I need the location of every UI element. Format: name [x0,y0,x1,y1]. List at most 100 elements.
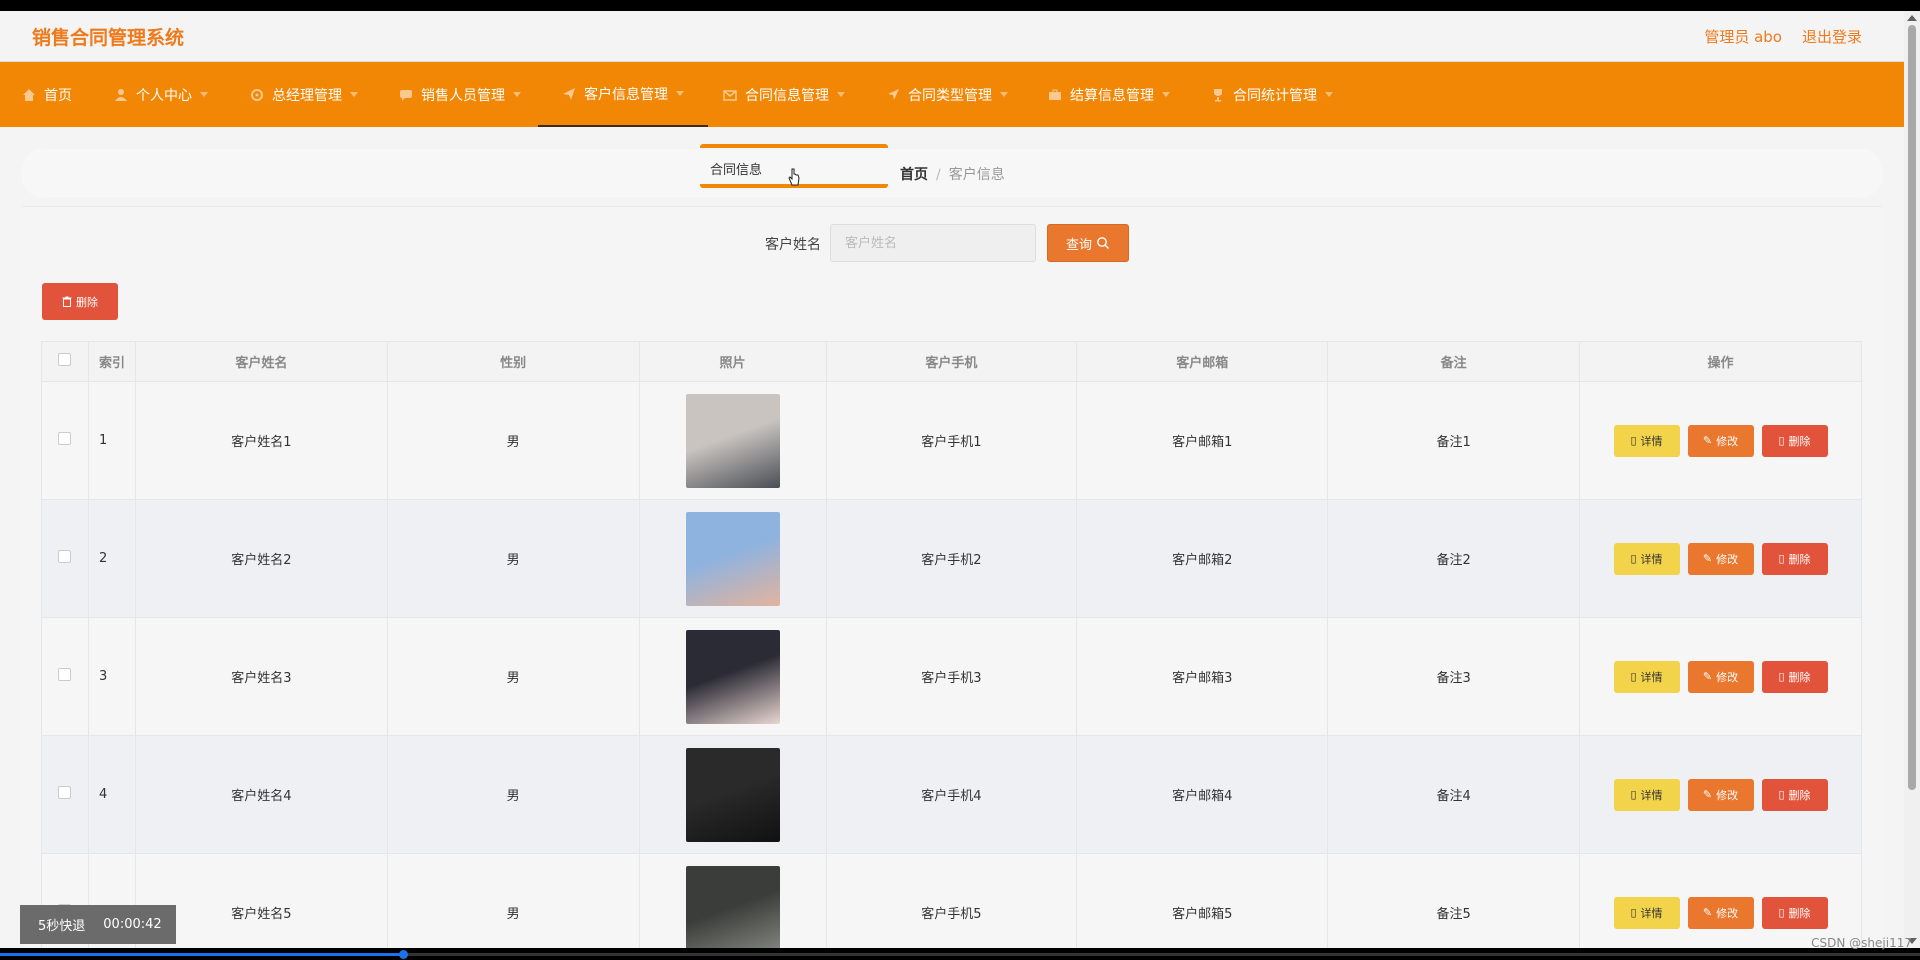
delete-button[interactable]: ▯ 删除 [1761,896,1828,929]
row-select-cell[interactable] [41,381,89,500]
detail-button[interactable]: ▯ 详情 [1613,896,1680,929]
row-email: 客户邮箱4 [1076,735,1329,854]
search-input[interactable] [830,224,1036,262]
row-phone: 客户手机1 [825,381,1078,500]
row-actions: ▯ 详情 ✎ 修改 ▯ 删除 [1579,735,1862,854]
header-actions: 操作 [1579,341,1862,382]
trash-icon [62,296,72,307]
breadcrumb-home[interactable]: 首页 [900,167,928,183]
video-fast-back-badge[interactable]: 5秒快退 00:00:42 [20,905,176,944]
nav-item-personal[interactable]: 个人中心 [114,62,208,127]
doc-icon: ▯ [1630,906,1637,919]
row-select-cell[interactable] [41,617,89,736]
row-actions: ▯ 详情 ✎ 修改 ▯ 删除 [1579,499,1862,618]
edit-button[interactable]: ✎ 修改 [1687,660,1754,693]
detail-button[interactable]: ▯ 详情 [1613,778,1680,811]
pencil-icon: ✎ [1702,906,1713,919]
pencil-icon: ✎ [1702,434,1713,447]
edit-button[interactable]: ✎ 修改 [1687,542,1754,575]
row-gender: 男 [386,381,640,500]
row-name: 客户姓名2 [134,499,388,618]
delete-button[interactable]: ▯ 删除 [1761,778,1828,811]
row-index: 4 [87,735,136,854]
dropdown-item-contract-info[interactable]: 合同信息 [710,159,762,178]
row-checkbox[interactable] [58,432,72,445]
nav-label: 首页 [44,87,72,104]
scrollbar-thumb[interactable] [1908,25,1916,790]
search-button[interactable]: 查询 [1047,224,1129,262]
delete-button[interactable]: ▯ 删除 [1761,660,1828,693]
pencil-icon: ✎ [1702,788,1713,801]
table-row: 5客户姓名5男客户手机5客户邮箱5备注5▯详情✎修改▯删除 [41,853,1862,948]
delete-label: 删除 [1788,552,1811,566]
video-time: 00:00:42 [103,917,162,932]
nav-item-sales[interactable]: 销售人员管理 [399,62,521,127]
trash-icon: ▯ [1778,552,1785,565]
row-name: 客户姓名4 [134,735,388,854]
row-checkbox[interactable] [58,550,72,563]
nav-label: 销售人员管理 [421,87,505,104]
nav-item-contract-type[interactable]: 合同类型管理 [886,62,1008,127]
row-select-cell[interactable] [41,735,89,854]
search-label: 客户姓名 [765,237,821,253]
search-icon [1097,237,1109,249]
delete-label: 删除 [1788,670,1811,684]
doc-icon: ▯ [1630,670,1637,683]
watermark: CSDN @sheji117 [1811,936,1912,950]
edit-button[interactable]: ✎ 修改 [1687,896,1754,929]
chevron-down-icon [1000,92,1008,97]
nav-item-contract[interactable]: 合同信息管理 [723,62,845,127]
detail-label: 详情 [1640,670,1663,684]
breadcrumb: 首页 / 客户信息 [900,164,1005,184]
progress-remaining [403,953,1920,956]
search-button-label: 查询 [1065,237,1092,253]
nav-label: 合同信息管理 [745,87,829,104]
row-phone: 客户手机4 [825,735,1078,854]
video-progress-bar[interactable] [0,948,1920,960]
batch-delete-label: 删除 [76,295,98,309]
top-header: 销售合同管理系统 管理员 abo 退出登录 [0,11,1904,62]
logout-link[interactable]: 退出登录 [1802,26,1862,47]
row-gender: 男 [386,735,640,854]
nav-item-gm[interactable]: 总经理管理 [250,62,358,127]
location-icon [888,88,899,100]
chat-icon [400,89,412,101]
fast-back-label: 5秒快退 [38,919,86,934]
detail-button[interactable]: ▯ 详情 [1613,660,1680,693]
detail-label: 详情 [1640,552,1663,566]
select-all-checkbox[interactable] [58,353,72,366]
edit-button[interactable]: ✎ 修改 [1687,424,1754,457]
row-name: 客户姓名1 [134,381,388,500]
header-phone: 客户手机 [825,341,1078,382]
nav-item-settlement[interactable]: 结算信息管理 [1048,62,1170,127]
scroll-up-icon[interactable] [1907,15,1917,21]
delete-button[interactable]: ▯ 删除 [1761,542,1828,575]
detail-button[interactable]: ▯ 详情 [1613,542,1680,575]
edit-label: 修改 [1716,906,1739,920]
row-email: 客户邮箱2 [1076,499,1329,618]
header-select-all[interactable] [41,341,89,382]
nav-label: 个人中心 [136,87,192,104]
pencil-icon: ✎ [1702,552,1713,565]
progress-knob[interactable] [399,950,408,959]
customer-photo [685,511,780,606]
row-checkbox[interactable] [58,786,72,799]
nav-item-home[interactable]: 首页 [22,62,72,127]
detail-button[interactable]: ▯ 详情 [1613,424,1680,457]
row-photo-cell [638,735,827,854]
app-title: 销售合同管理系统 [32,27,185,49]
nav-item-customer[interactable]: 客户信息管理 [538,62,708,127]
chevron-down-icon [350,92,358,97]
delete-button[interactable]: ▯ 删除 [1761,424,1828,457]
edit-button[interactable]: ✎ 修改 [1687,778,1754,811]
row-phone: 客户手机2 [825,499,1078,618]
row-note: 备注4 [1327,735,1580,854]
vertical-scrollbar[interactable] [1904,11,1920,948]
row-photo-cell [638,853,827,948]
row-note: 备注3 [1327,617,1580,736]
nav-item-statistics[interactable]: 合同统计管理 [1211,62,1333,127]
row-checkbox[interactable] [58,668,72,681]
row-note: 备注1 [1327,381,1580,500]
row-select-cell[interactable] [41,499,89,618]
batch-delete-button[interactable]: 删除 [42,283,118,320]
